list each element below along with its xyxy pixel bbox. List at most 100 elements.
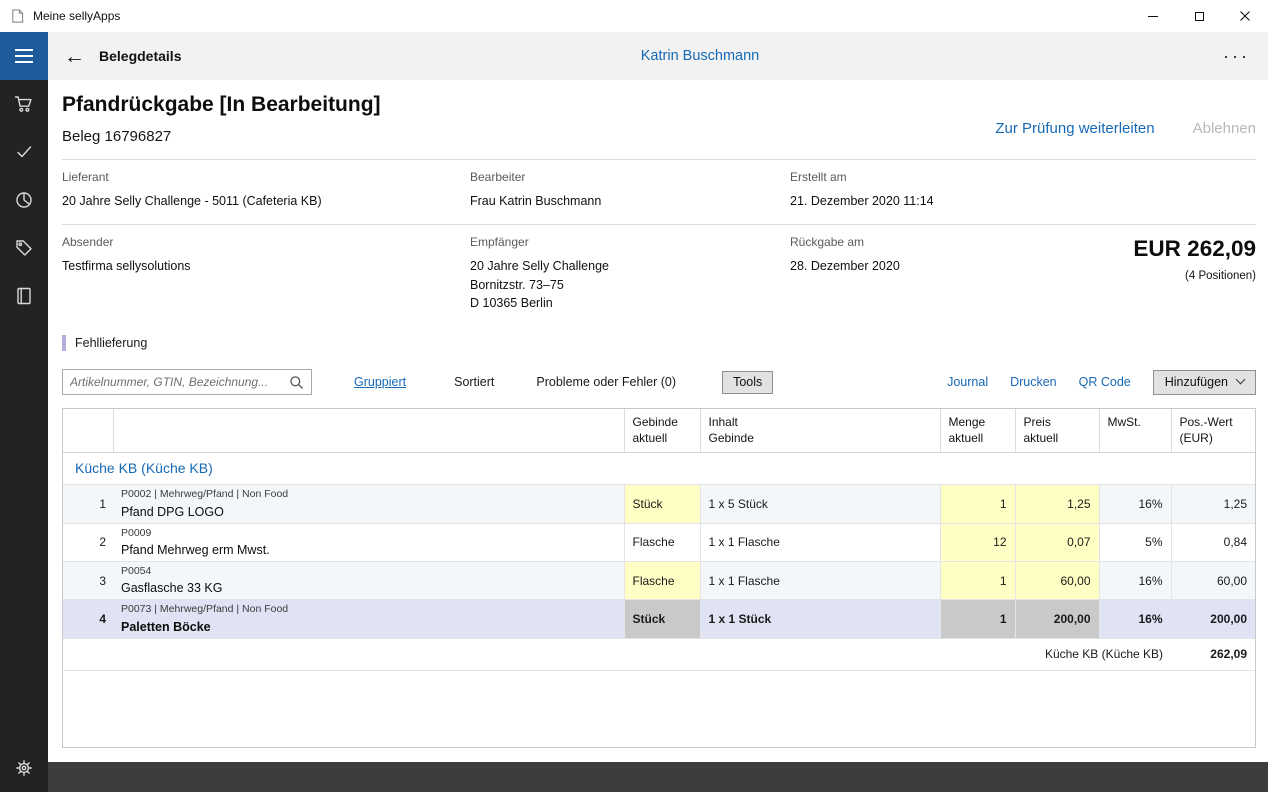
field-label: Erstellt am	[790, 170, 1256, 184]
menge-cell[interactable]: 12	[940, 523, 1015, 561]
search-icon[interactable]	[285, 375, 311, 390]
preis-cell[interactable]: 200,00	[1015, 600, 1099, 638]
gruppiert-toggle[interactable]: Gruppiert	[354, 375, 406, 389]
group-header-row: Küche KB (Küche KB)	[63, 453, 1255, 485]
tools-button[interactable]: Tools	[722, 371, 773, 394]
article-meta: P0073 | Mehrweg/Pfand | Non Food	[121, 602, 616, 617]
inhalt-cell: 1 x 1 Stück	[700, 600, 940, 638]
group-title: Küche KB (Küche KB)	[63, 453, 1255, 485]
article-name: Paletten Böcke	[121, 618, 616, 636]
list-toolbar: Gruppiert Sortiert Probleme oder Fehler …	[62, 368, 1256, 396]
journal-link[interactable]: Journal	[947, 375, 988, 389]
forward-for-review-button[interactable]: Zur Prüfung weiterleiten	[995, 120, 1154, 159]
maximize-button[interactable]	[1176, 0, 1222, 32]
article-meta: P0009	[121, 526, 616, 541]
tag-label: Fehllieferung	[75, 336, 147, 350]
hinzufuegen-label: Hinzufügen	[1165, 375, 1228, 389]
preis-cell[interactable]: 60,00	[1015, 562, 1099, 600]
field-label: Empfänger	[470, 235, 770, 249]
more-options-icon[interactable]: ···	[1205, 46, 1268, 67]
window-controls	[1130, 0, 1268, 32]
position-count: (4 Positionen)	[1133, 270, 1256, 282]
document-content: Pfandrückgabe [In Bearbeitung] Beleg 167…	[48, 80, 1268, 762]
field-value-line: 20 Jahre Selly Challenge	[470, 257, 770, 276]
gebinde-cell[interactable]: Flasche	[624, 523, 700, 561]
article-name: Gasflasche 33 KG	[121, 579, 616, 597]
positions-table: Gebinde aktuell Inhalt Gebinde Menge akt…	[62, 408, 1256, 748]
article-meta: P0054	[121, 564, 616, 579]
field-value-line: D 10365 Berlin	[470, 294, 770, 313]
col-menge-header: Menge aktuell	[940, 409, 1015, 453]
gebinde-cell[interactable]: Stück	[624, 485, 700, 523]
field-value: 28. Dezember 2020	[790, 257, 1030, 276]
wert-cell: 0,84	[1171, 523, 1255, 561]
inhalt-cell: 1 x 1 Flasche	[700, 562, 940, 600]
mwst-cell: 16%	[1099, 485, 1171, 523]
field-value-line: Bornitzstr. 73–75	[470, 276, 770, 295]
sidebar-item-cart[interactable]	[0, 80, 48, 128]
menge-cell[interactable]: 1	[940, 600, 1015, 638]
probleme-filter[interactable]: Probleme oder Fehler (0)	[536, 375, 676, 389]
menge-cell[interactable]: 1	[940, 562, 1015, 600]
document-total: EUR 262,09 (4 Positionen)	[1133, 235, 1256, 313]
minimize-button[interactable]	[1130, 0, 1176, 32]
document-title: Pfandrückgabe [In Bearbeitung]	[62, 93, 381, 117]
total-amount: EUR 262,09	[1133, 236, 1256, 262]
mwst-cell: 16%	[1099, 600, 1171, 638]
titlebar: Meine sellyApps	[0, 0, 1268, 32]
gebinde-cell[interactable]: Flasche	[624, 562, 700, 600]
article-name: Pfand DPG LOGO	[121, 503, 616, 521]
field-value: 21. Dezember 2020 11:14	[790, 192, 1256, 211]
back-button[interactable]: ←	[48, 46, 99, 67]
menge-cell[interactable]: 1	[940, 485, 1015, 523]
sidebar-item-settings[interactable]	[0, 744, 48, 792]
sortiert-toggle[interactable]: Sortiert	[454, 375, 494, 389]
summary-label: Küche KB (Küche KB)	[63, 638, 1171, 670]
drucken-link[interactable]: Drucken	[1010, 375, 1057, 389]
delivery-tag: Fehllieferung	[62, 335, 1256, 351]
sidebar-item-journal[interactable]	[0, 272, 48, 320]
info-row-2: Absender Testfirma sellysolutions Empfän…	[62, 225, 1256, 323]
table-row[interactable]: 3 P0054 Gasflasche 33 KG Flasche 1 x 1 F…	[63, 562, 1255, 600]
sidebar-item-reports[interactable]	[0, 176, 48, 224]
hinzufuegen-button[interactable]: Hinzufügen	[1153, 370, 1256, 395]
preis-cell[interactable]: 1,25	[1015, 485, 1099, 523]
col-gebinde-header: Gebinde aktuell	[624, 409, 700, 453]
article-name: Pfand Mehrweg erm Mwst.	[121, 541, 616, 559]
row-number: 2	[63, 523, 113, 561]
preis-cell[interactable]: 0,07	[1015, 523, 1099, 561]
article-cell: P0054 Gasflasche 33 KG	[113, 562, 624, 600]
reject-button: Ablehnen	[1193, 120, 1256, 159]
gebinde-cell[interactable]: Stück	[624, 600, 700, 638]
col-article-header	[113, 409, 624, 453]
qr-code-link[interactable]: QR Code	[1079, 375, 1131, 389]
status-bar	[48, 762, 1268, 792]
field-absender: Absender Testfirma sellysolutions	[62, 235, 470, 313]
field-label: Rückgabe am	[790, 235, 1030, 249]
checkmark-icon	[14, 142, 34, 162]
field-label: Bearbeiter	[470, 170, 770, 184]
article-cell: P0009 Pfand Mehrweg erm Mwst.	[113, 523, 624, 561]
current-user-link[interactable]: Katrin Buschmann	[641, 48, 759, 64]
col-number-header	[63, 409, 113, 453]
hamburger-menu-button[interactable]	[0, 32, 48, 80]
tag-color-bar	[62, 335, 66, 351]
search-input[interactable]	[63, 375, 285, 389]
inhalt-cell: 1 x 5 Stück	[700, 485, 940, 523]
field-bearbeiter: Bearbeiter Frau Katrin Buschmann	[470, 170, 790, 211]
pie-chart-icon	[14, 190, 34, 210]
document-head: Pfandrückgabe [In Bearbeitung] Beleg 167…	[62, 80, 1256, 160]
field-rueckgabe-am: Rückgabe am 28. Dezember 2020	[790, 235, 1030, 313]
table-row[interactable]: 2 P0009 Pfand Mehrweg erm Mwst. Flasche …	[63, 523, 1255, 561]
table-row[interactable]: 1 P0002 | Mehrweg/Pfand | Non Food Pfand…	[63, 485, 1255, 523]
col-preis-header: Preis aktuell	[1015, 409, 1099, 453]
sidebar-item-tasks[interactable]	[0, 128, 48, 176]
table-row-selected[interactable]: 4 P0073 | Mehrweg/Pfand | Non Food Palet…	[63, 600, 1255, 638]
article-meta: P0002 | Mehrweg/Pfand | Non Food	[121, 487, 616, 502]
close-button[interactable]	[1222, 0, 1268, 32]
inhalt-cell: 1 x 1 Flasche	[700, 523, 940, 561]
article-search	[62, 369, 312, 395]
cart-icon	[14, 94, 34, 114]
field-value: Frau Katrin Buschmann	[470, 192, 770, 211]
sidebar-item-labels[interactable]	[0, 224, 48, 272]
